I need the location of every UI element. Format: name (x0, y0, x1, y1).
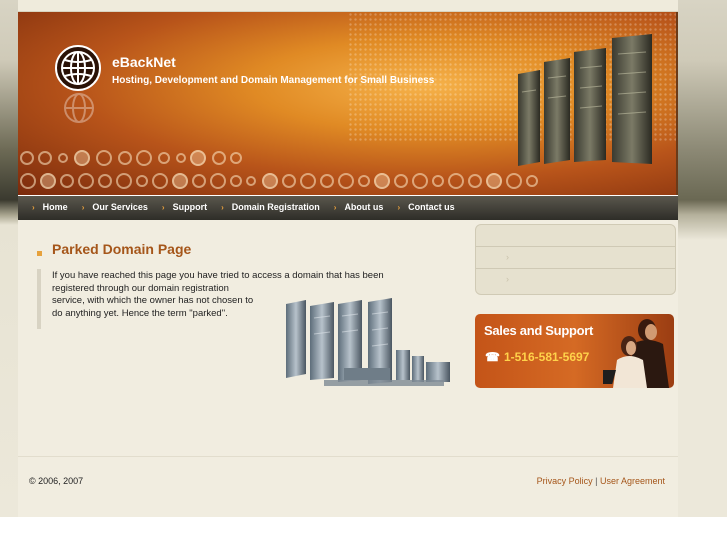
main-navigation: › Home › Our Services › Support › Domain Reg… (18, 196, 678, 220)
copyright: © 2006, 2007 (29, 476, 84, 486)
nav-item-our-services[interactable]: › Our Services (82, 202, 148, 212)
sales-support-banner[interactable]: Sales and Support ☎ 1-516-581-5697 (475, 314, 674, 388)
sales-title: Sales and Support (484, 323, 594, 338)
decorative-dots (18, 147, 676, 195)
right-side-decoration (678, 0, 727, 517)
nav-item-label: Home (42, 202, 68, 212)
left-side-decoration (0, 0, 18, 517)
nav-item-label: Support (172, 202, 208, 212)
servers-hardware-image (286, 298, 450, 386)
sales-phone: ☎ 1-516-581-5697 (485, 350, 589, 364)
page-title: Parked Domain Page (52, 241, 192, 257)
phone-icon: ☎ (485, 350, 500, 364)
sidebar-menu-item[interactable]: › (476, 269, 675, 290)
top-strip (18, 0, 678, 12)
nav-arrow-icon: › (333, 203, 337, 212)
privacy-policy-link[interactable]: Privacy Policy (537, 476, 593, 486)
nav-item-label: Domain Registration (231, 202, 320, 212)
sidebar-menu: › › (475, 224, 676, 295)
globe-logo-icon[interactable] (55, 45, 101, 91)
footer-divider (18, 456, 678, 457)
nav-item-label: About us (344, 202, 384, 212)
title-bullet-icon (37, 251, 42, 256)
description-line: registered through our domain registrati… (52, 282, 229, 294)
nav-arrow-icon: › (161, 203, 165, 212)
sidebar-menu-item[interactable] (476, 225, 675, 247)
sidebar-menu-item[interactable]: › (476, 247, 675, 269)
nav-item-support[interactable]: › Support (162, 202, 207, 212)
nav-item-label: Contact us (408, 202, 455, 212)
phone-number: 1-516-581-5697 (503, 350, 590, 364)
site-name[interactable]: eBackNet (112, 54, 176, 70)
site-tagline: Hosting, Development and Domain Manageme… (112, 75, 435, 86)
user-agreement-link[interactable]: User Agreement (600, 476, 665, 486)
menu-arrow-icon: › (506, 252, 509, 262)
header-banner: eBackNet Hosting, Development and Domain… (18, 12, 678, 195)
support-people-image (603, 319, 669, 388)
main-content: Parked Domain Page If you have reached t… (18, 220, 678, 517)
nav-arrow-icon: › (397, 203, 401, 212)
nav-arrow-icon: › (81, 203, 85, 212)
nav-arrow-icon: › (221, 203, 224, 212)
globe-reflection-icon (64, 93, 94, 123)
nav-item-domain-registration[interactable]: › Domain Registration (221, 202, 320, 212)
description-line: If you have reached this page you have t… (52, 270, 384, 281)
footer-separator: | (592, 476, 600, 486)
quote-bar (37, 269, 41, 329)
nav-item-contact-us[interactable]: › Contact us (397, 202, 454, 212)
nav-arrow-icon: › (32, 203, 35, 212)
nav-item-home[interactable]: › Home (32, 202, 68, 212)
nav-item-label: Our Services (92, 202, 148, 212)
footer-links: Privacy Policy | User Agreement (537, 476, 665, 486)
nav-item-about-us[interactable]: › About us (334, 202, 384, 212)
menu-arrow-icon: › (506, 274, 509, 284)
